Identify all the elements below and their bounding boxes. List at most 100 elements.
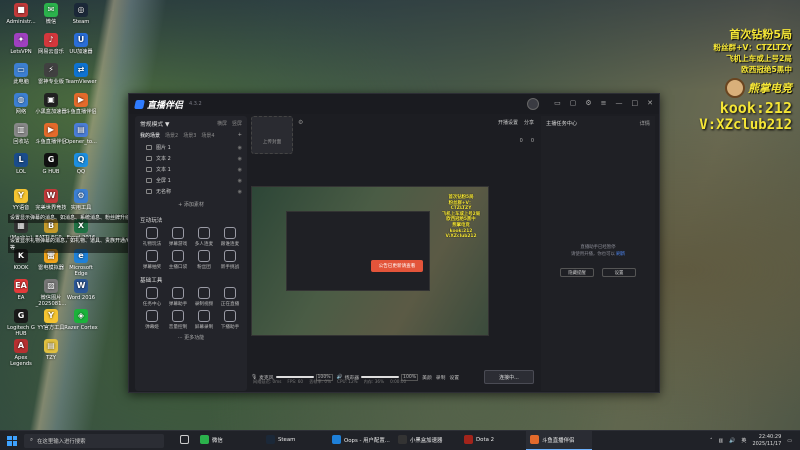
tool-button[interactable]: 下播助手: [217, 310, 243, 330]
start-live-button[interactable]: 连接中...: [484, 370, 534, 384]
add-source-button[interactable]: + 添加素材: [140, 201, 242, 208]
cover-edit-icon[interactable]: ⚙: [298, 116, 303, 126]
minimize-icon[interactable]: —: [616, 99, 623, 107]
tool-button[interactable]: 礼物玩法: [139, 227, 165, 247]
desktop-icon[interactable]: e Microsoft Edge: [64, 249, 98, 277]
desktop-icon[interactable]: W Word 2016: [64, 279, 98, 301]
desktop-icon[interactable]: Y YY语音: [4, 189, 38, 211]
desktop-icon[interactable]: A Apex Legends: [4, 339, 38, 367]
eye-icon[interactable]: ◉: [238, 156, 242, 162]
taskbar-app-douyu[interactable]: 斗鱼直播伴侣: [526, 430, 592, 450]
eye-icon[interactable]: ◉: [238, 167, 242, 173]
eye-icon[interactable]: ◉: [238, 145, 242, 151]
desktop-icon[interactable]: ▥ 回收站: [4, 123, 38, 145]
tray-chevron-icon[interactable]: ˄: [710, 438, 713, 444]
tool-button[interactable]: 正在直播: [217, 287, 243, 307]
details-link[interactable]: 详情: [640, 120, 650, 127]
avatar[interactable]: [527, 98, 539, 110]
taskbar-app-xhh[interactable]: 小黑盒加速器: [394, 431, 460, 450]
tool-button[interactable]: 多人连麦: [191, 227, 217, 247]
desktop-icon[interactable]: L LOL: [4, 153, 38, 175]
desktop-icon[interactable]: G G HUB: [34, 153, 68, 175]
tool-button[interactable]: 主播口袋: [165, 250, 191, 270]
message-icon[interactable]: ▭: [554, 99, 561, 107]
stream-settings-link[interactable]: 开播设置: [498, 119, 518, 126]
network-icon[interactable]: ▥: [718, 438, 723, 444]
desktop-icon[interactable]: ◈ Razer Cortex: [64, 309, 98, 331]
ime-icon[interactable]: 英: [741, 437, 746, 444]
clock[interactable]: 22:40:29 2025/11/17: [752, 434, 781, 447]
eye-icon[interactable]: ◉: [238, 178, 242, 184]
desktop-icon[interactable]: ▤ Opener_to...: [64, 123, 98, 145]
source-item[interactable]: 图片 1 ◉: [140, 142, 242, 153]
tool-button[interactable]: 弹幕姬: [139, 310, 165, 330]
tool-button[interactable]: 弹幕抽奖: [139, 250, 165, 270]
desktop-icon[interactable]: ▨ 微信图片_2025081...: [34, 279, 68, 307]
tab-scene-4[interactable]: 场景4: [201, 132, 214, 139]
source-item[interactable]: 文本 1 ◉: [140, 164, 242, 175]
taskbar-app-steam[interactable]: Steam: [262, 431, 328, 450]
desktop-icon[interactable]: ▭ 此电脑: [4, 63, 38, 85]
upload-cover-button[interactable]: 上传封面: [251, 116, 293, 154]
tool-button[interactable]: 弹幕助手: [165, 287, 191, 307]
tool-button[interactable]: 跟谁连麦: [217, 227, 243, 247]
taskbar-search[interactable]: ⌕ 在这里输入进行搜索: [24, 433, 164, 448]
add-scene-icon[interactable]: +: [238, 132, 242, 138]
portrait-link[interactable]: 竖屏: [232, 120, 242, 127]
desktop-icon[interactable]: ⚡ 雷神专业版: [34, 63, 68, 85]
announcement-button[interactable]: 公告已更新请查看: [371, 260, 423, 272]
mode-selector[interactable]: 常规模式 ▼: [140, 119, 170, 128]
close-icon[interactable]: ✕: [647, 99, 653, 107]
menu-icon[interactable]: ≡: [601, 99, 607, 107]
desktop-icon[interactable]: W 完美世界竞技: [34, 189, 68, 211]
source-item[interactable]: 文本 2 ◉: [140, 153, 242, 164]
chat-icon[interactable]: ▢: [570, 99, 577, 107]
volume-icon[interactable]: 🔊: [729, 438, 735, 444]
tool-button[interactable]: 录制视频: [191, 287, 217, 307]
source-item[interactable]: 全屏 1 ◉: [140, 175, 242, 186]
mic-volume-slider[interactable]: [275, 376, 314, 378]
desktop-icon[interactable]: ✦ LetsVPN: [4, 33, 38, 55]
desktop-icon[interactable]: ⚙ 实用工具: [64, 189, 98, 211]
desktop-icon[interactable]: ▶ 斗鱼直播伴侣: [64, 93, 98, 115]
desktop-icon[interactable]: ✉ 微信: [34, 3, 68, 25]
desktop-icon[interactable]: ▣ 小黑盒加速器: [34, 93, 68, 115]
desktop-icon[interactable]: Y YY官方工具: [34, 309, 68, 331]
taskbar-app-wechat[interactable]: 微信: [196, 431, 262, 450]
taskbar-app-task-view[interactable]: [176, 431, 196, 450]
desktop-icon[interactable]: ▤ TZY: [34, 339, 68, 361]
notification-icon[interactable]: ▭: [787, 438, 792, 444]
settings-button[interactable]: 设置: [449, 374, 459, 381]
tool-button[interactable]: 屏幕录制: [191, 310, 217, 330]
taskbar-app-dota2[interactable]: Dota 2: [460, 431, 526, 450]
desktop-icon[interactable]: EA EA: [4, 279, 38, 301]
settings-icon[interactable]: ⚙: [585, 99, 591, 107]
tab-scene-2[interactable]: 场景2: [165, 132, 178, 139]
source-item[interactable]: 无名称 ◉: [140, 186, 242, 197]
hide-reminder-button[interactable]: 隐藏提醒: [560, 268, 594, 277]
tool-button[interactable]: 音量控制: [165, 310, 191, 330]
desktop-icon[interactable]: ⇄ TeamViewer: [64, 63, 98, 85]
tool-button[interactable]: 任务中心: [139, 287, 165, 307]
beauty-button[interactable]: 美颜: [422, 374, 432, 381]
tool-button[interactable]: 粉丝团: [191, 250, 217, 270]
desktop-icon[interactable]: Q QQ: [64, 153, 98, 175]
desktop-icon[interactable]: ♪ 网易云音乐: [34, 33, 68, 55]
task-settings-button[interactable]: 设置: [602, 268, 636, 277]
speaker-volume-slider[interactable]: [361, 376, 400, 378]
landscape-link[interactable]: 横屏: [217, 120, 227, 127]
desktop-icon[interactable]: U UU加速器: [64, 33, 98, 55]
tool-button[interactable]: 新手挑战: [217, 250, 243, 270]
taskbar-app-edge[interactable]: Oops - 用户配置...: [328, 431, 394, 450]
desktop-icon[interactable]: ■ Administr...: [4, 3, 38, 25]
maximize-icon[interactable]: □: [632, 99, 639, 107]
desktop-icon[interactable]: ◎ Steam: [64, 3, 98, 25]
tab-scene-1[interactable]: 我的场景: [140, 132, 160, 139]
eye-icon[interactable]: ◉: [238, 189, 242, 195]
desktop-icon[interactable]: G Logitech G HUB: [4, 309, 38, 337]
share-link[interactable]: 分享: [524, 119, 534, 126]
record-button[interactable]: 录制: [436, 374, 446, 381]
tab-scene-3[interactable]: 场景3: [183, 132, 196, 139]
tool-button[interactable]: 弹幕游戏: [165, 227, 191, 247]
start-button[interactable]: [0, 431, 24, 450]
